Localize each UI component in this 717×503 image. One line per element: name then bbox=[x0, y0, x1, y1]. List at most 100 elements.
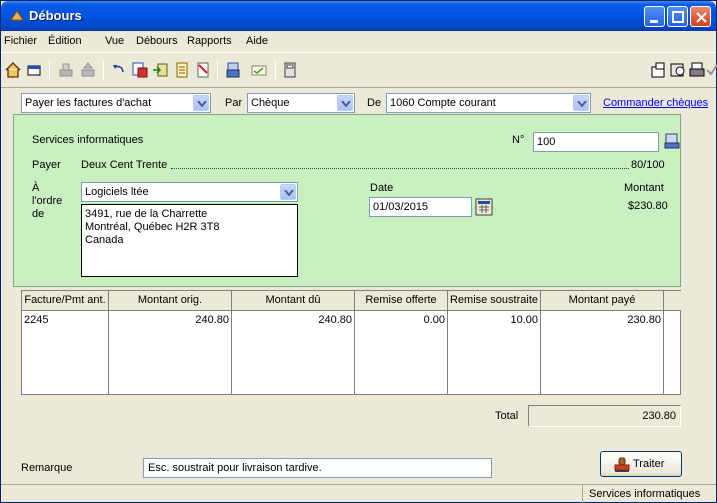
preview-icon[interactable] bbox=[669, 61, 687, 79]
amount-fill-line bbox=[171, 168, 629, 169]
home-icon[interactable] bbox=[4, 61, 22, 79]
menu-file[interactable]: Fichier bbox=[4, 35, 37, 47]
minimize-button[interactable] bbox=[644, 6, 665, 27]
maximize-button[interactable] bbox=[667, 6, 688, 27]
column-header-spacer bbox=[664, 291, 681, 311]
printer-icon[interactable] bbox=[224, 61, 242, 79]
maximize-icon bbox=[672, 11, 684, 23]
print-stack-icon[interactable] bbox=[57, 61, 75, 79]
save-icon[interactable] bbox=[152, 61, 170, 79]
payer-company-name: Services informatiques bbox=[32, 134, 144, 146]
status-company-cell: Services informatiques bbox=[582, 485, 716, 503]
column-header-invoice[interactable]: Facture/Pmt ant. bbox=[22, 291, 109, 311]
cheque-number-label: N° bbox=[512, 134, 525, 146]
table-cell-invoice[interactable]: 2245 bbox=[22, 311, 109, 395]
message-icon[interactable] bbox=[250, 61, 268, 79]
stamp-icon bbox=[614, 457, 630, 472]
toolbar-separator bbox=[275, 60, 276, 80]
app-icon bbox=[10, 10, 24, 21]
edit-icon[interactable] bbox=[131, 61, 149, 79]
by-label: Par bbox=[225, 97, 243, 109]
account-select[interactable]: 1060 Compte courant bbox=[386, 93, 591, 113]
date-value: 01/03/2015 bbox=[373, 201, 429, 213]
window-title: Débours bbox=[29, 8, 82, 23]
date-field[interactable]: 01/03/2015 bbox=[369, 197, 472, 217]
calendar-icon[interactable] bbox=[475, 198, 493, 216]
calculator-icon[interactable] bbox=[281, 61, 299, 79]
table-cell-discount-taken[interactable]: 10.00 bbox=[448, 311, 541, 395]
pay-label: Payer bbox=[32, 159, 61, 171]
amount-fraction: 80/100 bbox=[631, 159, 665, 171]
address-line: Montréal, Québec H2R 3T8 bbox=[85, 221, 220, 233]
report-icon[interactable] bbox=[173, 61, 191, 79]
amount-value: $230.80 bbox=[628, 200, 668, 212]
process-button-label: Traiter bbox=[633, 458, 665, 470]
column-header-discount-taken[interactable]: Remise soustraite bbox=[448, 291, 541, 311]
amount-label: Montant bbox=[624, 182, 664, 194]
process-button[interactable]: Traiter bbox=[600, 451, 682, 477]
minimize-icon bbox=[650, 20, 658, 23]
menu-edit[interactable]: Édition bbox=[48, 35, 82, 47]
check-icon[interactable] bbox=[704, 61, 717, 79]
cheque-number-field[interactable]: 100 bbox=[533, 132, 659, 152]
address-line: 3491, rue de la Charrette bbox=[85, 208, 208, 220]
print-stack-icon[interactable] bbox=[79, 61, 97, 79]
cheque-lookup-icon[interactable] bbox=[663, 132, 681, 150]
transaction-type-select[interactable]: Payer les factures d'achat bbox=[21, 93, 211, 113]
order-of-label-line2: l'ordre bbox=[32, 195, 63, 207]
order-of-label-line1: À bbox=[32, 182, 40, 194]
order-of-label-line3: de bbox=[32, 208, 45, 220]
date-label: Date bbox=[370, 182, 394, 194]
toolbar bbox=[1, 52, 717, 88]
column-header-amount-due[interactable]: Montant dû bbox=[232, 291, 355, 311]
close-icon bbox=[696, 12, 707, 23]
remark-value: Esc. soustrait pour livraison tardive. bbox=[148, 462, 322, 474]
remark-field[interactable]: Esc. soustrait pour livraison tardive. bbox=[143, 458, 492, 478]
toolbar-separator bbox=[49, 60, 50, 80]
menu-disbursements[interactable]: Débours bbox=[136, 35, 178, 47]
menu-help[interactable]: Aide bbox=[246, 35, 268, 47]
chevron-down-icon[interactable] bbox=[573, 95, 589, 111]
remark-label: Remarque bbox=[21, 462, 73, 474]
total-value: 230.80 bbox=[642, 410, 676, 422]
menu-bar: Fichier Édition Vue Débours Rapports Aid… bbox=[1, 31, 716, 51]
status-company: Services informatiques bbox=[589, 488, 701, 500]
title-bar[interactable]: Débours bbox=[1, 1, 716, 31]
disbursement-window: Débours Fichier Édition Vue Débours Rapp… bbox=[0, 0, 717, 503]
from-label: De bbox=[367, 97, 382, 109]
transaction-type-value: Payer les factures d'achat bbox=[25, 97, 152, 109]
vendor-select[interactable]: Logiciels ltée bbox=[81, 182, 298, 202]
vendor-address[interactable]: 3491, rue de la Charrette Montréal, Québ… bbox=[81, 204, 298, 277]
chevron-down-icon[interactable] bbox=[337, 95, 353, 111]
total-label: Total bbox=[495, 410, 519, 422]
window-icon[interactable] bbox=[25, 61, 43, 79]
payment-method-value: Chèque bbox=[251, 97, 290, 109]
order-cheques-link[interactable]: Commander chèques bbox=[603, 97, 708, 109]
note-icon[interactable] bbox=[194, 61, 212, 79]
vendor-value: Logiciels ltée bbox=[85, 186, 149, 198]
address-line: Canada bbox=[85, 234, 124, 246]
close-button[interactable] bbox=[690, 6, 711, 27]
chevron-down-icon[interactable] bbox=[280, 184, 296, 200]
total-field: 230.80 bbox=[528, 405, 681, 427]
invoice-table: Facture/Pmt ant. Montant orig. Montant d… bbox=[21, 290, 681, 395]
column-header-original-amount[interactable]: Montant orig. bbox=[109, 291, 232, 311]
account-value: 1060 Compte courant bbox=[390, 97, 496, 109]
table-cell-amount-due[interactable]: 240.80 bbox=[232, 311, 355, 395]
cheque-number-value: 100 bbox=[537, 136, 556, 148]
info-icon[interactable] bbox=[649, 61, 667, 79]
table-cell-original-amount[interactable]: 240.80 bbox=[109, 311, 232, 395]
status-bar: Services informatiques bbox=[1, 484, 716, 503]
chevron-down-icon[interactable] bbox=[193, 95, 209, 111]
toolbar-separator bbox=[103, 60, 104, 80]
payment-method-select[interactable]: Chèque bbox=[247, 93, 355, 113]
menu-reports[interactable]: Rapports bbox=[187, 35, 232, 47]
amount-in-words: Deux Cent Trente bbox=[81, 159, 168, 171]
column-header-discount-offered[interactable]: Remise offerte bbox=[355, 291, 448, 311]
column-header-amount-paid[interactable]: Montant payé bbox=[541, 291, 664, 311]
table-cell-amount-paid[interactable]: 230.80 bbox=[541, 311, 664, 395]
undo-icon[interactable] bbox=[110, 61, 128, 79]
menu-view[interactable]: Vue bbox=[105, 35, 124, 47]
table-cell-discount-offered[interactable]: 0.00 bbox=[355, 311, 448, 395]
toolbar-separator bbox=[217, 60, 218, 80]
